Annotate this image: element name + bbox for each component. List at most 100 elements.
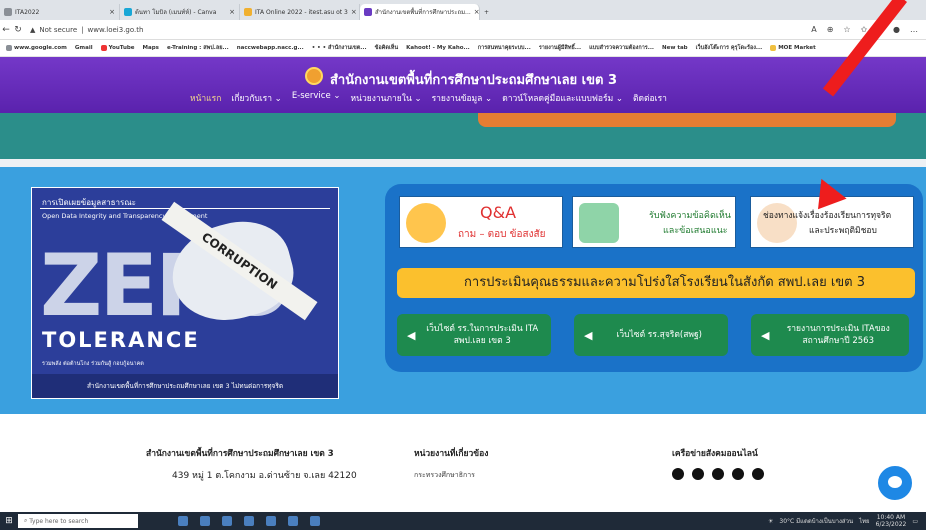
taskbar-search[interactable]: ⌕ Type here to search (18, 514, 138, 528)
bookmark[interactable]: รายงานผู้มีสิทธิ์... (539, 44, 581, 52)
reload-icon[interactable]: ↻ (12, 25, 24, 35)
bookmark[interactable]: แบบสำรวจความต้องการ... (589, 44, 654, 52)
opinion-line2: และข้อเสนอแนะ (663, 226, 728, 236)
browser-tab-strip: ITA2022 × ต้นทา โมบิล (เมนท์ห์) - Canva × … (0, 0, 926, 20)
bookmark[interactable]: YouTube (100, 45, 135, 51)
menu-eservice[interactable]: E-service ⌄ (292, 91, 341, 105)
browser-tab[interactable]: ITA Online 2022 - itest.asu ot 3 × (240, 4, 360, 20)
app-icon[interactable] (266, 516, 276, 526)
tab-label: สำนักงานเขตพื้นที่การศึกษาประถม... (375, 9, 471, 16)
taskbar-apps (178, 516, 320, 526)
url-separator: | (81, 25, 84, 34)
more-icon[interactable]: … (910, 25, 918, 35)
favorite-icon[interactable]: ☆ (843, 25, 850, 35)
site-header: สำนักงานเขตพื้นที่การศึกษาประถมศึกษาเลย … (0, 57, 926, 113)
menu-internal[interactable]: หน่วยงานภายใน ⌄ (351, 91, 422, 105)
site-logo (305, 67, 323, 85)
zoom-icon[interactable]: ⊕ (827, 25, 834, 35)
ita-schools-button[interactable]: ◀ เว็บไซต์ รร.ในการประเมิน ITA สพป.เลย เข… (397, 314, 551, 356)
security-label: Not secure (39, 25, 78, 34)
bookmark[interactable]: New tab (662, 45, 688, 51)
app-icon[interactable] (222, 516, 232, 526)
app-icon[interactable] (244, 516, 254, 526)
bookmark[interactable]: การสนทนาคุยระบบ... (478, 44, 531, 52)
read-aloud-icon[interactable]: A (811, 25, 816, 35)
warning-icon: ▲ (30, 25, 36, 34)
zero-tolerance-poster[interactable]: การเปิดเผยข้อมูลสาธารณะ Open Data Integr… (31, 187, 339, 399)
line-icon[interactable] (712, 468, 724, 480)
page-icon (4, 8, 12, 16)
complaint-line2: และประพฤติมิชอบ (809, 226, 877, 236)
footer-address: 439 หมู่ 1 ต.โคกงาม อ.ด่านซ้าย จ.เลย 421… (172, 471, 357, 481)
site-footer: สำนักงานเขตพื้นที่การศึกษาประถมศึกษาเลย … (0, 414, 926, 512)
clock[interactable]: 10:40 AM 6/23/2022 (876, 514, 907, 528)
twitter-icon[interactable] (692, 468, 704, 480)
instagram-icon[interactable] (732, 468, 744, 480)
qa-card[interactable]: Q&A ถาม – ตอบ ข้อสงสัย (399, 196, 563, 248)
menu-about[interactable]: เกี่ยวกับเรา ⌄ (231, 91, 281, 105)
clock-date: 6/23/2022 (875, 521, 907, 528)
notification-icon[interactable]: ▭ (912, 518, 918, 525)
bookmarks-bar: www.google.com Gmail YouTube Maps e-Trai… (0, 40, 926, 57)
windows-start-icon[interactable]: ⊞ (0, 516, 18, 526)
close-icon[interactable]: × (351, 8, 357, 16)
feedback-illustration (579, 203, 619, 243)
ita-report-button[interactable]: ◀ รายงานการประเมิน ITAของสถานศึกษาปี 2563 (751, 314, 909, 356)
app-icon[interactable] (200, 516, 210, 526)
back-icon[interactable]: ← (0, 25, 12, 35)
assessment-banner: การประเมินคุณธรรมและความโปร่งใสโรงเรียนใ… (397, 268, 915, 298)
bookmark[interactable]: Maps (143, 45, 159, 51)
weather-icon: ☀ (768, 517, 774, 525)
app-icon[interactable] (178, 516, 188, 526)
canva-icon (124, 8, 132, 16)
menu-contact[interactable]: ติดต่อเรา (633, 91, 667, 105)
main-menu: หน้าแรก เกี่ยวกับเรา ⌄ E-service ⌄ หน่วย… (190, 91, 667, 105)
bookmark[interactable]: www.google.com (6, 45, 67, 51)
qa-illustration (406, 203, 446, 243)
bookmark[interactable]: • • • สำนักงานเขต... (312, 44, 367, 52)
close-icon[interactable]: × (109, 8, 115, 16)
site-icon (364, 8, 372, 16)
bookmark[interactable]: e-Training : สพป.ลย... (167, 44, 229, 52)
button-label: เว็บไซต์ รร.สุจริต(สพฐ) (616, 330, 702, 340)
messenger-icon[interactable] (876, 464, 914, 502)
button-label: รายงานการประเมิน ITAของสถานศึกษาปี 2563 (786, 324, 890, 346)
honest-schools-button[interactable]: ◀ เว็บไซต์ รร.สุจริต(สพฐ) (574, 314, 728, 356)
language-indicator[interactable]: ไทย (859, 516, 870, 526)
bookmark[interactable]: Kahoot! - My Kaho... (406, 45, 470, 51)
bookmark[interactable]: naccwebapp.nacc.g... (237, 45, 304, 51)
tab-label: ต้นทา โมบิล (เมนท์ห์) - Canva (135, 9, 217, 16)
menu-reports[interactable]: รายงานข้อมูล ⌄ (432, 91, 493, 105)
new-tab-button[interactable]: + (480, 4, 500, 20)
search-placeholder: Type here to search (29, 517, 89, 525)
clock-time: 10:40 AM (876, 514, 906, 521)
footer-link[interactable]: กระทรวงศึกษาธิการ (414, 470, 475, 481)
youtube-icon[interactable] (752, 468, 764, 480)
profile-icon[interactable]: ● (893, 25, 900, 35)
bookmark[interactable]: ข้อคิดเห็น (375, 44, 399, 52)
browser-tab[interactable]: ต้นทา โมบิล (เมนท์ห์) - Canva × (120, 4, 240, 20)
opinion-card[interactable]: รับฟังความข้อคิดเห็น และข้อเสนอแนะ (572, 196, 736, 248)
browser-tab-active[interactable]: สำนักงานเขตพื้นที่การศึกษาประถม... × (360, 4, 480, 20)
app-icon[interactable] (288, 516, 298, 526)
tab-label: ITA Online 2022 - itest.asu ot 3 (255, 8, 348, 16)
page-icon (244, 8, 252, 16)
url-field[interactable]: ▲ Not secure | www.loei3.go.th (30, 26, 143, 34)
system-tray: ☀ 30°C มีแดดบ้างเป็นบางส่วน ไทย 10:40 AM… (768, 514, 926, 528)
bookmark[interactable]: Gmail (75, 45, 93, 51)
orange-button[interactable] (478, 113, 896, 127)
menu-downloads[interactable]: ดาวน์โหลดคู่มือและแบบฟอร์ม ⌄ (502, 91, 623, 105)
facebook-icon[interactable] (672, 468, 684, 480)
weather-text[interactable]: 30°C มีแดดบ้างเป็นบางส่วน (779, 516, 853, 526)
bookmark[interactable]: MOE Market (770, 45, 816, 51)
menu-home[interactable]: หน้าแรก (190, 91, 221, 105)
section-gap (0, 159, 926, 167)
poster-footer: สำนักงานเขตพื้นที่การศึกษาประถมศึกษาเลย … (32, 374, 338, 398)
opinion-line1: รับฟังความข้อคิดเห็น (649, 211, 731, 221)
close-icon[interactable]: × (229, 8, 235, 16)
close-icon[interactable]: × (474, 8, 479, 16)
footer-office-title: สำนักงานเขตพื้นที่การศึกษาประถมศึกษาเลย … (146, 449, 334, 459)
bookmark[interactable]: เว็บฮังโต๊ะการ คุรุโดะร้อง... (696, 44, 763, 52)
browser-tab[interactable]: ITA2022 × (0, 4, 120, 20)
app-icon[interactable] (310, 516, 320, 526)
